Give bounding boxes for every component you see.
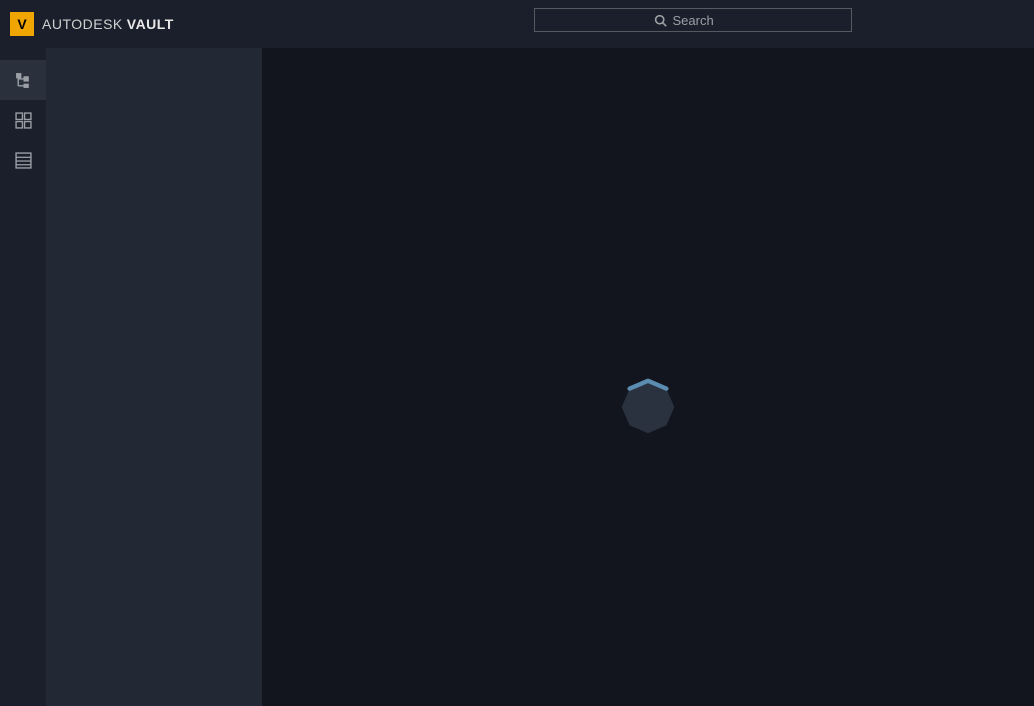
sidebar-item-tree-view[interactable] [0, 60, 46, 100]
brand-autodesk: AUTODESK [42, 16, 123, 32]
sidebar-item-list-view[interactable] [0, 140, 46, 180]
grid-view-icon [15, 112, 32, 129]
search-container [534, 8, 852, 32]
app-header: V AUTODESK VAULT [0, 0, 1034, 48]
sidebar-icon-rail [0, 48, 46, 706]
list-view-icon [15, 152, 32, 169]
brand-text: AUTODESK VAULT [42, 16, 174, 32]
body-area [0, 48, 1034, 706]
main-content [262, 48, 1034, 706]
brand-vault: VAULT [127, 16, 174, 32]
search-input[interactable] [673, 13, 733, 28]
vault-logo-letter: V [17, 16, 26, 32]
search-icon [654, 14, 667, 27]
loading-spinner [613, 372, 683, 442]
sidebar-panel [46, 48, 262, 706]
search-box[interactable] [534, 8, 852, 32]
spinner-icon [613, 372, 683, 442]
tree-view-icon [15, 72, 32, 89]
app-logo-block: V AUTODESK VAULT [10, 12, 174, 36]
vault-logo-icon: V [10, 12, 34, 36]
sidebar-item-grid-view[interactable] [0, 100, 46, 140]
